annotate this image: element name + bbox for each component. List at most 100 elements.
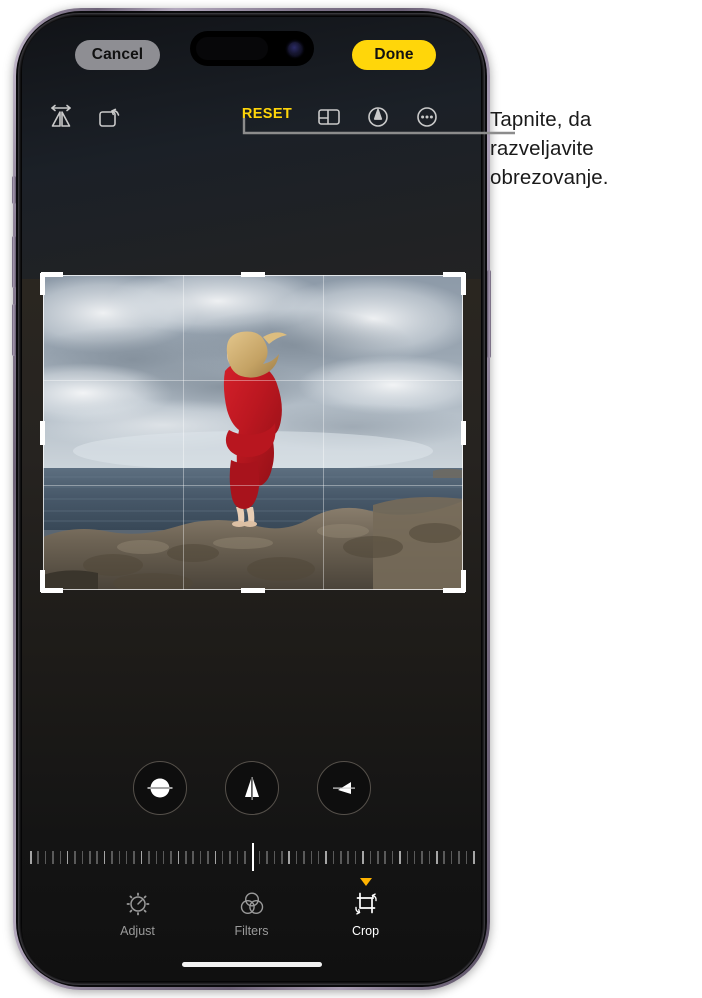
geometry-button-row (22, 761, 481, 827)
callout-annotation: Tapnite, da razveljavite obrezovanje. (490, 105, 698, 192)
crop-handle-left[interactable] (40, 421, 45, 445)
vertical-perspective-button[interactable] (224, 761, 279, 815)
ruler-tick (473, 851, 475, 864)
tab-crop[interactable]: Crop (330, 878, 402, 955)
ruler-tick (399, 851, 401, 864)
ruler-tick (325, 851, 327, 864)
silent-switch[interactable] (12, 176, 16, 204)
tab-label: Crop (351, 924, 380, 938)
ruler-tick (332, 851, 335, 864)
ruler-tick (244, 851, 246, 864)
rotate-icon[interactable] (92, 99, 126, 133)
front-camera-icon (287, 42, 302, 56)
editor-mode-tabs: Adjust Filters Crop (22, 878, 481, 955)
ruler-tick (391, 851, 394, 864)
ruler-tick (288, 851, 290, 864)
ruler-tick (421, 851, 423, 864)
ruler-tick (236, 851, 239, 864)
ruler-tick (369, 851, 372, 864)
ruler-tick (118, 851, 121, 864)
selected-tab-indicator (359, 878, 372, 886)
volume-down-button[interactable] (12, 304, 16, 356)
power-button[interactable] (487, 270, 491, 358)
ruler-center-tick (251, 843, 254, 871)
crop-handle-top-left[interactable] (40, 273, 45, 295)
ruler-tick (229, 851, 231, 864)
ruler-tick (295, 851, 298, 864)
ruler-tick (443, 851, 445, 864)
island-sensor-pill (195, 37, 268, 60)
ruler-tick (125, 851, 128, 864)
crop-handle-bottom[interactable] (241, 588, 265, 593)
straighten-ruler-slider[interactable] (22, 839, 481, 877)
ruler-tick (362, 851, 364, 864)
ruler-tick (177, 851, 180, 864)
ruler-tick (148, 851, 150, 864)
ruler-tick (199, 851, 202, 864)
ruler-tick (37, 851, 39, 864)
tab-adjust[interactable]: Adjust (102, 889, 174, 955)
ruler-tick (133, 851, 135, 864)
ruler-tick (162, 851, 165, 864)
ruler-tick (52, 851, 54, 864)
tab-label: Adjust (120, 924, 155, 938)
ruler-tick (465, 851, 468, 864)
cancel-button[interactable]: Cancel (75, 40, 160, 70)
editor-tool-row: RESET (22, 99, 481, 141)
markup-icon[interactable] (361, 99, 395, 133)
ruler-tick (59, 851, 62, 864)
ruler-tick (273, 851, 276, 864)
ruler-tick (81, 851, 84, 864)
ruler-tick (354, 851, 357, 864)
crop-handle-top-right[interactable] (461, 273, 466, 295)
crop-handle-bottom-left[interactable] (40, 570, 45, 592)
ruler-tick (450, 851, 453, 864)
ruler-tick (155, 851, 158, 864)
ruler-tick (214, 851, 217, 864)
ruler-tick (428, 851, 431, 864)
ruler-tick (66, 851, 69, 864)
ruler-tick (207, 851, 209, 864)
ruler-tick (185, 851, 187, 864)
aspect-ratio-icon[interactable] (312, 99, 346, 133)
ruler-tick (44, 851, 47, 864)
ruler-tick (436, 851, 438, 864)
ruler-tick (74, 851, 76, 864)
iphone-device: Cancel Done RESET Adjust Filters Crop (12, 8, 491, 990)
tab-filters[interactable]: Filters (216, 889, 288, 955)
ruler-tick (413, 851, 416, 864)
ruler-tick (111, 851, 113, 864)
dynamic-island (189, 31, 314, 66)
ruler-tick (303, 851, 305, 864)
crop-handle-top[interactable] (241, 272, 265, 277)
crop-photo-area[interactable] (40, 272, 466, 593)
ruler-tick (281, 851, 283, 864)
ruler-tick (89, 851, 91, 864)
ruler-tick (96, 851, 98, 864)
ruler-tick (258, 851, 261, 864)
ruler-tick (317, 851, 320, 864)
horizontal-perspective-button[interactable] (316, 761, 371, 815)
ruler-tick (221, 851, 224, 864)
done-button[interactable]: Done (352, 40, 436, 70)
ruler-tick (103, 851, 106, 864)
straighten-button[interactable] (132, 761, 187, 815)
ruler-tick (170, 851, 172, 864)
volume-up-button[interactable] (12, 236, 16, 288)
crop-border (43, 275, 463, 590)
more-options-icon[interactable] (410, 99, 444, 133)
crop-handle-bottom-right[interactable] (461, 570, 466, 592)
home-indicator[interactable] (181, 962, 322, 967)
editor-top-bar: Cancel Done (22, 17, 481, 95)
flip-icon[interactable] (44, 99, 78, 133)
callout-text: Tapnite, da razveljavite obrezovanje. (490, 108, 609, 190)
ruler-tick (406, 851, 409, 864)
ruler-tick (310, 851, 313, 864)
ruler-tick (140, 851, 143, 864)
ruler-tick (377, 851, 379, 864)
ruler-tick (192, 851, 194, 864)
crop-handle-right[interactable] (461, 421, 466, 445)
tab-label: Filters (234, 924, 269, 938)
reset-button[interactable]: RESET (222, 106, 312, 122)
ruler-tick (30, 851, 32, 864)
